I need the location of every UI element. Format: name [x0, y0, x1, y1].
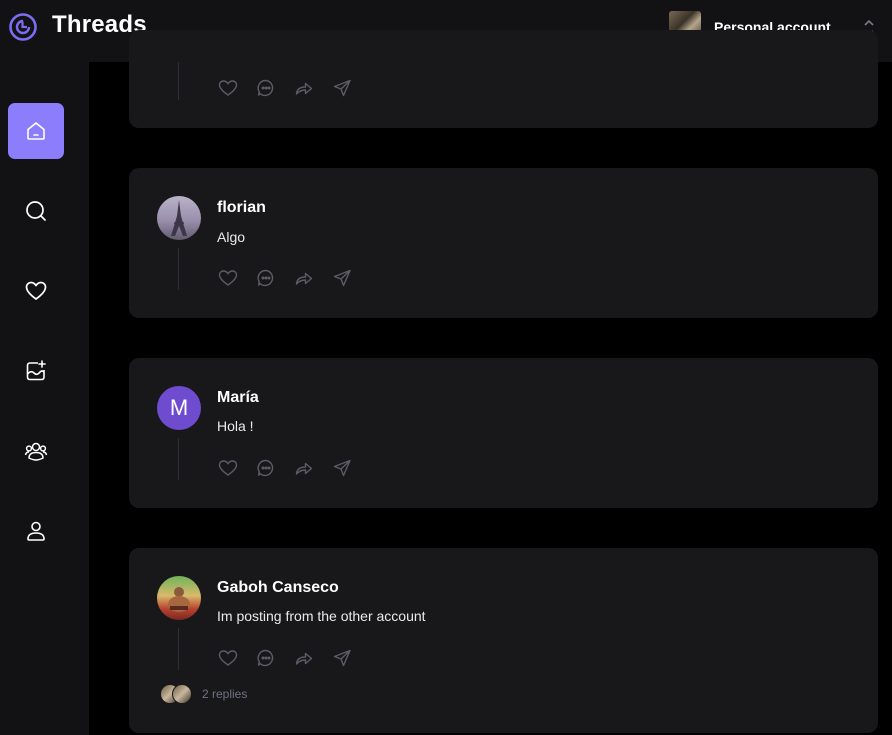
post-text: Algo — [217, 229, 246, 245]
like-icon[interactable] — [218, 648, 238, 668]
search-icon — [26, 201, 46, 221]
thread-line — [178, 62, 179, 100]
share-icon[interactable] — [332, 458, 352, 478]
sidebar-item-activity[interactable] — [8, 263, 64, 319]
thread-line — [178, 628, 179, 670]
avatar[interactable] — [157, 196, 201, 240]
create-post-icon — [26, 360, 46, 381]
post-actions — [218, 458, 352, 478]
repost-icon[interactable] — [294, 648, 314, 668]
repost-icon[interactable] — [294, 458, 314, 478]
comment-icon[interactable] — [256, 268, 276, 288]
sidebar-item-profile[interactable] — [8, 503, 64, 559]
repost-icon[interactable] — [294, 268, 314, 288]
thread-line — [178, 248, 179, 290]
home-icon — [27, 122, 45, 140]
replies-summary[interactable]: 2 replies — [160, 684, 247, 704]
share-icon[interactable] — [332, 268, 352, 288]
like-icon[interactable] — [218, 78, 238, 98]
comment-icon[interactable] — [256, 78, 276, 98]
post-text: Im posting from the other account — [217, 608, 426, 624]
community-icon — [24, 442, 48, 461]
post-username[interactable]: María — [217, 389, 259, 407]
share-icon[interactable] — [332, 78, 352, 98]
post-card — [129, 30, 878, 128]
avatar[interactable]: M — [157, 386, 201, 430]
like-icon[interactable] — [218, 268, 238, 288]
post-text: Hola ! — [217, 418, 254, 434]
avatar[interactable] — [157, 576, 201, 620]
sidebar — [0, 62, 89, 735]
share-icon[interactable] — [332, 648, 352, 668]
sidebar-item-community[interactable] — [8, 423, 64, 479]
sidebar-item-search[interactable] — [8, 183, 64, 239]
post-card: M María Hola ! — [129, 358, 878, 508]
thread-line — [178, 438, 179, 480]
post-card: Gaboh Canseco Im posting from the other … — [129, 548, 878, 733]
post-actions — [218, 78, 352, 98]
post-actions — [218, 648, 352, 668]
post-username[interactable]: florian — [217, 199, 266, 217]
heart-icon — [25, 281, 47, 300]
repost-icon[interactable] — [294, 78, 314, 98]
post-actions — [218, 268, 352, 288]
eiffel-tower-image — [171, 200, 187, 236]
threads-logo-icon[interactable] — [8, 12, 38, 42]
post-card: florian Algo — [129, 168, 878, 318]
reply-count[interactable]: 2 replies — [202, 687, 247, 701]
comment-icon[interactable] — [256, 648, 276, 668]
sidebar-item-home[interactable] — [8, 103, 64, 159]
like-icon[interactable] — [218, 458, 238, 478]
comment-icon[interactable] — [256, 458, 276, 478]
reply-avatar — [172, 684, 192, 704]
sumo-figure-image — [168, 587, 190, 612]
profile-icon — [27, 521, 45, 541]
post-username[interactable]: Gaboh Canseco — [217, 579, 339, 597]
sidebar-item-create[interactable] — [8, 343, 64, 399]
